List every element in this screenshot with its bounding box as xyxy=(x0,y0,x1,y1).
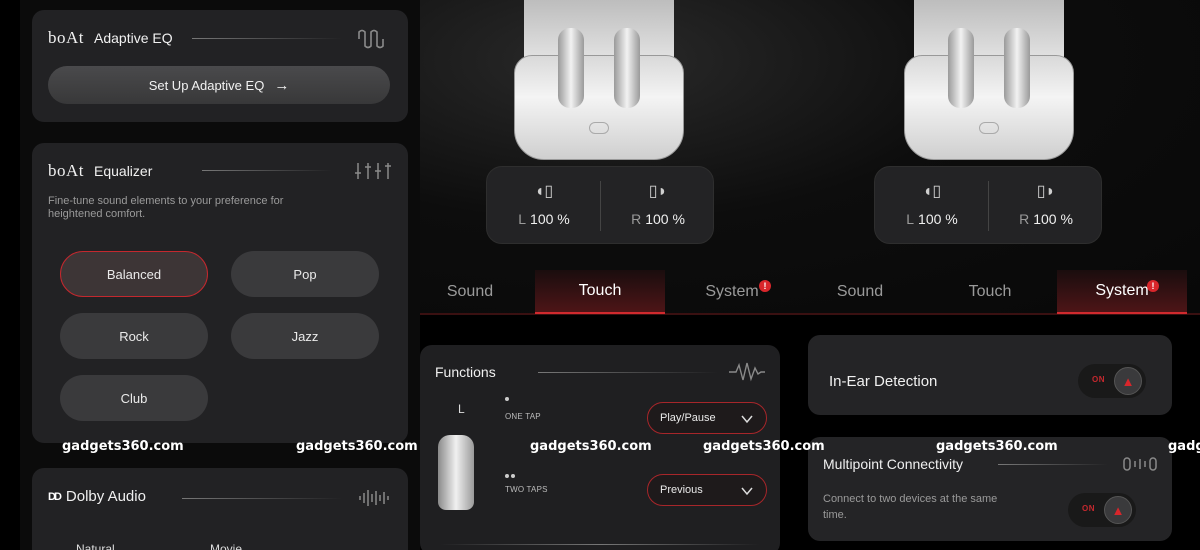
eq-screen: boAt Adaptive EQ Set Up Adaptive EQ → bo… xyxy=(20,0,420,550)
dolby-mark-icon: DD xyxy=(48,490,62,503)
battery-left-value: 100 % xyxy=(530,211,570,227)
divider xyxy=(440,544,760,545)
boat-sail-icon: ▲ xyxy=(1104,496,1132,524)
left-earbud-icon: ◖▯ xyxy=(534,183,554,200)
tab-bar-touch: Sound Touch System ! xyxy=(405,270,795,314)
waveform-icon xyxy=(729,362,765,382)
left-earbud-icon: ◖▯ xyxy=(922,183,942,200)
tab-touch[interactable]: Touch xyxy=(925,270,1055,314)
watermark-text: gadgets360.com xyxy=(703,439,825,454)
tab-system[interactable]: System ! xyxy=(667,270,797,314)
divider xyxy=(192,38,342,39)
battery-right-label: R xyxy=(631,211,642,227)
battery-panel: ◖▯ L 100 % ▯◗ R 100 % xyxy=(874,166,1102,244)
watermark-text: gadgets360.com xyxy=(936,439,1058,454)
tab-system[interactable]: System ! xyxy=(1057,270,1187,314)
dolby-card: DD Dolby Audio Natural Movie xyxy=(32,468,408,550)
in-ear-detection-label: In-Ear Detection xyxy=(829,373,938,390)
chevron-down-icon xyxy=(741,415,753,424)
divider xyxy=(202,170,332,171)
battery-left-label: L xyxy=(906,211,915,227)
in-ear-detection-card: In-Ear Detection ON ▲ xyxy=(808,335,1172,415)
sliders-icon xyxy=(355,163,391,179)
equalizer-description: Fine-tune sound elements to your prefere… xyxy=(48,195,284,220)
tab-touch[interactable]: Touch xyxy=(535,270,665,314)
battery-right-value: 100 % xyxy=(645,211,685,227)
dot-indicator xyxy=(505,397,509,401)
alert-badge-icon: ! xyxy=(759,280,771,292)
functions-title: Functions xyxy=(435,364,496,380)
watermark-text: gadgets360.com xyxy=(296,439,418,454)
earbud-side-label: L xyxy=(458,402,465,416)
toggle-on-label: ON xyxy=(1082,504,1095,513)
arrow-right-icon: → xyxy=(274,76,290,94)
multipoint-toggle[interactable]: ON ▲ xyxy=(1068,493,1136,527)
adaptive-eq-card: boAt Adaptive EQ Set Up Adaptive EQ → xyxy=(32,10,408,122)
tab-system-label: System xyxy=(705,283,759,300)
watermark-text: gadg xyxy=(1168,439,1200,454)
alert-badge-icon: ! xyxy=(1147,280,1159,292)
preset-jazz[interactable]: Jazz xyxy=(231,313,379,359)
one-tap-value: Play/Pause xyxy=(660,412,716,424)
dolby-mode-natural[interactable]: Natural xyxy=(76,542,115,550)
preset-club[interactable]: Club xyxy=(60,375,208,421)
boat-logo: boAt xyxy=(48,28,84,47)
battery-left: ◖▯ L 100 % xyxy=(487,167,601,245)
multipoint-label: Multipoint Connectivity xyxy=(823,456,964,472)
one-tap-label: ONE TAP xyxy=(505,412,541,421)
one-tap-dropdown[interactable]: Play/Pause xyxy=(647,402,767,434)
two-taps-dropdown[interactable]: Previous xyxy=(647,474,767,506)
divider xyxy=(182,498,342,499)
battery-left-label: L xyxy=(518,211,527,227)
adaptive-eq-header: boAt Adaptive EQ xyxy=(48,28,173,48)
tab-bar-system: Sound Touch System ! xyxy=(795,270,1190,314)
battery-right: ▯◗ R 100 % xyxy=(989,167,1103,245)
setup-adaptive-eq-label: Set Up Adaptive EQ xyxy=(148,77,265,93)
boat-sail-icon: ▲ xyxy=(1114,367,1142,395)
dolby-header: DD Dolby Audio xyxy=(48,488,146,505)
battery-panel: ◖▯ L 100 % ▯◗ R 100 % xyxy=(486,166,714,244)
waveform-icon xyxy=(358,29,384,49)
right-earbud-icon: ▯◗ xyxy=(648,183,668,200)
tab-sound[interactable]: Sound xyxy=(795,270,925,314)
dot-indicator xyxy=(505,474,509,478)
setup-adaptive-eq-button[interactable]: Set Up Adaptive EQ → xyxy=(48,66,390,104)
earbuds-case-image xyxy=(514,0,684,165)
sound-bars-icon xyxy=(359,490,389,506)
in-ear-detection-toggle[interactable]: ON ▲ xyxy=(1078,364,1146,398)
preset-rock[interactable]: Rock xyxy=(60,313,208,359)
equalizer-title: Equalizer xyxy=(94,163,153,179)
earbuds-case-image xyxy=(904,0,1074,165)
watermark-text: gadgets360.com xyxy=(62,439,184,454)
two-taps-value: Previous xyxy=(660,484,703,496)
right-earbud-icon: ▯◗ xyxy=(1036,183,1056,200)
tab-system-label: System xyxy=(1095,282,1149,299)
divider xyxy=(538,372,718,373)
toggle-on-label: ON xyxy=(1092,375,1105,384)
tab-sound[interactable]: Sound xyxy=(405,270,535,314)
battery-right-label: R xyxy=(1019,211,1030,227)
preset-balanced[interactable]: Balanced xyxy=(60,251,208,297)
chevron-down-icon xyxy=(741,487,753,496)
two-taps-label: TWO TAPS xyxy=(505,485,548,494)
watermark-text: gadgets360.com xyxy=(530,439,652,454)
dolby-mode-movie[interactable]: Movie xyxy=(210,542,242,550)
watermark: gadgets360.com gadgets360.com gadgets360… xyxy=(0,438,1200,458)
divider xyxy=(998,464,1108,465)
preset-pop[interactable]: Pop xyxy=(231,251,379,297)
equalizer-header: boAt Equalizer xyxy=(48,161,152,181)
dolby-logo: Dolby Audio xyxy=(65,488,146,505)
battery-left: ◖▯ L 100 % xyxy=(875,167,989,245)
adaptive-eq-title: Adaptive EQ xyxy=(94,30,173,46)
multipoint-description: Connect to two devices at the same time. xyxy=(823,493,998,521)
battery-left-value: 100 % xyxy=(918,211,958,227)
boat-logo: boAt xyxy=(48,161,84,180)
battery-right: ▯◗ R 100 % xyxy=(601,167,715,245)
equalizer-card: boAt Equalizer Fine-tune sound elements … xyxy=(32,143,408,443)
battery-right-value: 100 % xyxy=(1033,211,1073,227)
